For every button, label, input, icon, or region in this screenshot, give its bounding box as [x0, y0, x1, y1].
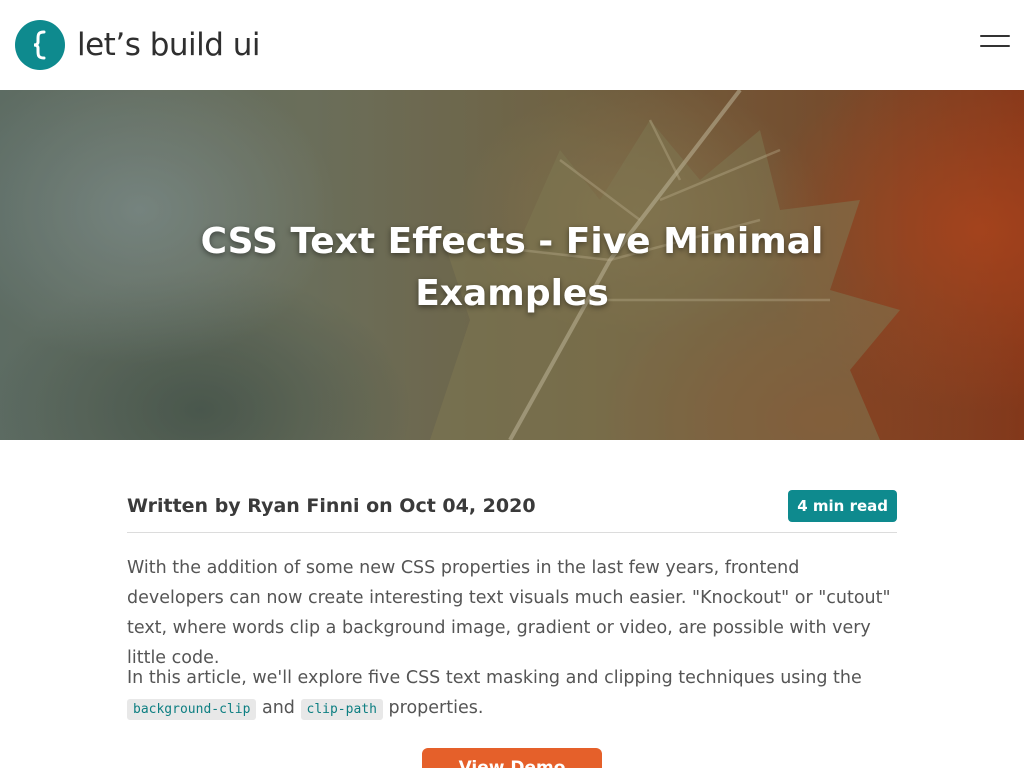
- code-clip-path: clip-path: [300, 699, 383, 720]
- curly-brace-icon: [15, 20, 65, 70]
- intro-paragraph: With the addition of some new CSS proper…: [127, 558, 891, 668]
- site-header: let’s build ui: [0, 0, 1024, 90]
- paragraph-text: In this article, we'll explore five CSS …: [127, 668, 862, 688]
- read-time-badge: 4 min read: [788, 490, 897, 522]
- site-logo[interactable]: let’s build ui: [15, 20, 261, 70]
- article-meta: Written by Ryan Finni on Oct 04, 2020 4 …: [127, 490, 897, 533]
- paragraph-text: and: [261, 698, 295, 718]
- page-title: CSS Text Effects - Five Minimal Examples: [200, 221, 824, 314]
- byline: Written by Ryan Finni on Oct 04, 2020: [127, 495, 536, 517]
- hero-banner: CSS Text Effects - Five Minimal Examples: [0, 90, 1024, 440]
- hamburger-menu-icon[interactable]: [976, 33, 1010, 51]
- logo-text: let’s build ui: [77, 27, 261, 63]
- code-background-clip: background-clip: [127, 699, 257, 720]
- paragraph-text: properties.: [388, 698, 484, 718]
- technique-paragraph: In this article, we'll explore five CSS …: [127, 663, 897, 725]
- view-demo-button[interactable]: View Demo: [422, 748, 602, 768]
